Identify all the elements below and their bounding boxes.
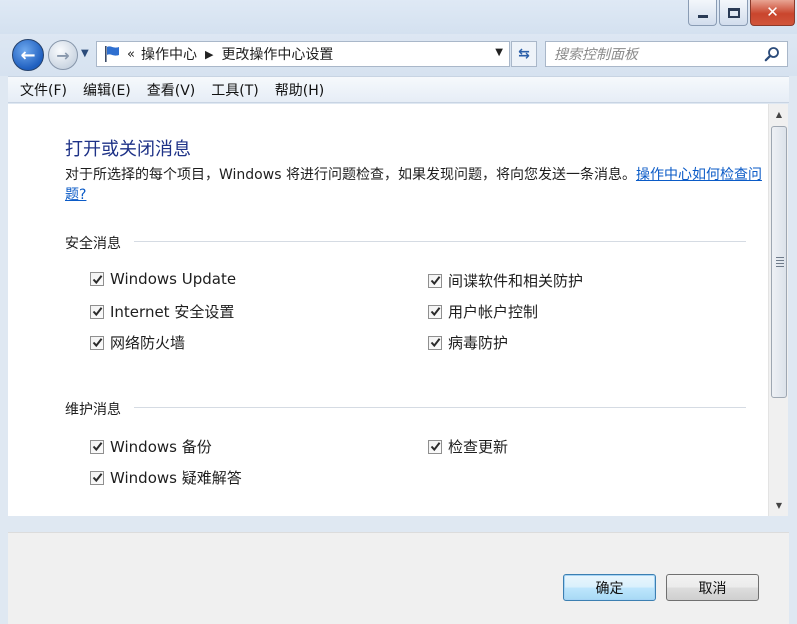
title-bar: ✕ <box>0 0 797 34</box>
maximize-button[interactable] <box>719 0 748 26</box>
section-divider <box>134 241 746 242</box>
checkbox[interactable] <box>90 335 104 350</box>
checkmark-icon <box>430 307 440 317</box>
section-divider <box>134 407 746 408</box>
menu-help[interactable]: 帮助(H) <box>267 80 332 100</box>
breadcrumb-action-center[interactable]: 操作中心 <box>141 44 197 64</box>
checkmark-icon <box>92 473 102 483</box>
checkmark-icon <box>92 338 102 348</box>
section-title-security: 安全消息 <box>65 236 121 252</box>
checkbox-troubleshooting[interactable]: Windows 疑难解答 <box>90 467 242 488</box>
address-bar[interactable]: « 操作中心 ▶ 更改操作中心设置 ▼ <box>96 41 510 67</box>
minimize-icon <box>697 15 708 18</box>
checkbox[interactable] <box>90 272 104 286</box>
vertical-scrollbar[interactable]: ▲ ▼ <box>768 104 788 516</box>
checkbox-label: 用户帐户控制 <box>448 303 539 321</box>
checkmark-icon <box>430 338 440 348</box>
breadcrumb-change-settings[interactable]: 更改操作中心设置 <box>221 44 333 64</box>
checkbox[interactable] <box>428 304 442 319</box>
refresh-button[interactable]: ⇆ <box>511 41 537 67</box>
description-text: 对于所选择的每个项目，Windows 将进行问题检查，如果发现问题，将向您发送一… <box>65 167 636 183</box>
forward-button[interactable]: → <box>48 40 78 70</box>
search-placeholder: 搜索控制面板 <box>554 47 638 63</box>
checkbox-label: Windows 疑难解答 <box>110 469 242 487</box>
checkmark-icon <box>430 276 440 286</box>
search-icon[interactable] <box>764 46 780 62</box>
checkbox-internet-security[interactable]: Internet 安全设置 <box>90 301 234 322</box>
address-toolbar: ← → ▼ « 操作中心 ▶ 更改操作中心设置 ▼ ⇆ 搜索控制面板 <box>0 34 797 76</box>
checkbox-windows-backup[interactable]: Windows 备份 <box>90 436 212 457</box>
maximize-icon <box>727 7 740 18</box>
menu-file[interactable]: 文件(F) <box>12 80 75 100</box>
menu-edit[interactable]: 编辑(E) <box>75 80 139 100</box>
checkbox-firewall[interactable]: 网络防火墙 <box>90 332 185 353</box>
section-title-maintenance: 维护消息 <box>65 402 121 418</box>
checkbox-windows-update[interactable]: Windows Update <box>90 270 236 288</box>
search-input[interactable]: 搜索控制面板 <box>545 41 788 67</box>
menu-bar: 文件(F) 编辑(E) 查看(V) 工具(T) 帮助(H) <box>8 76 789 103</box>
checkbox-uac[interactable]: 用户帐户控制 <box>428 301 538 322</box>
checkbox[interactable] <box>428 273 442 288</box>
address-overflow[interactable]: « <box>127 47 135 62</box>
checkbox-label: Internet 安全设置 <box>110 303 235 321</box>
scroll-thumb[interactable] <box>771 126 787 398</box>
content-pane: 打开或关闭消息 对于所选择的每个项目，Windows 将进行问题检查，如果发现问… <box>8 104 768 516</box>
address-dropdown-icon[interactable]: ▼ <box>495 47 503 58</box>
checkmark-icon <box>430 442 440 452</box>
refresh-icon: ⇆ <box>518 46 530 62</box>
checkbox-check-updates[interactable]: 检查更新 <box>428 436 508 457</box>
window-controls: ✕ <box>686 0 795 27</box>
back-button[interactable]: ← <box>12 39 44 71</box>
checkbox[interactable] <box>90 304 104 319</box>
checkbox[interactable] <box>90 439 104 454</box>
checkbox-virus-protection[interactable]: 病毒防护 <box>428 332 508 353</box>
checkbox[interactable] <box>90 470 104 485</box>
page-title: 打开或关闭消息 <box>65 139 191 160</box>
checkbox-label: 网络防火墙 <box>110 334 186 352</box>
grip-icon <box>776 257 784 269</box>
checkmark-icon <box>92 442 102 452</box>
page-description: 对于所选择的每个项目，Windows 将进行问题检查，如果发现问题，将向您发送一… <box>65 165 770 205</box>
checkmark-icon <box>92 307 102 317</box>
ok-button[interactable]: 确定 <box>563 574 656 601</box>
scroll-down-icon[interactable]: ▼ <box>769 497 789 514</box>
checkbox-label: 检查更新 <box>448 438 509 456</box>
checkbox-label: Windows Update <box>110 270 237 288</box>
cancel-button[interactable]: 取消 <box>666 574 759 601</box>
forward-arrow-icon: → <box>56 45 70 65</box>
close-icon: ✕ <box>766 3 779 21</box>
breadcrumb-separator-icon[interactable]: ▶ <box>205 48 213 61</box>
checkbox-label: Windows 备份 <box>110 438 212 456</box>
checkmark-icon <box>92 274 102 284</box>
action-center-flag-icon <box>101 45 123 63</box>
checkbox-label: 间谍软件和相关防护 <box>448 272 584 290</box>
checkbox[interactable] <box>428 439 442 454</box>
back-arrow-icon: ← <box>20 44 36 66</box>
checkbox-label: 病毒防护 <box>448 334 509 352</box>
close-button[interactable]: ✕ <box>750 0 795 26</box>
checkbox[interactable] <box>428 335 442 350</box>
scroll-up-icon[interactable]: ▲ <box>769 106 789 123</box>
menu-view[interactable]: 查看(V) <box>139 80 204 100</box>
recent-pages-dropdown[interactable]: ▼ <box>81 48 89 59</box>
checkbox-spyware[interactable]: 间谍软件和相关防护 <box>428 270 583 291</box>
minimize-button[interactable] <box>688 0 717 26</box>
menu-tools[interactable]: 工具(T) <box>203 80 266 100</box>
